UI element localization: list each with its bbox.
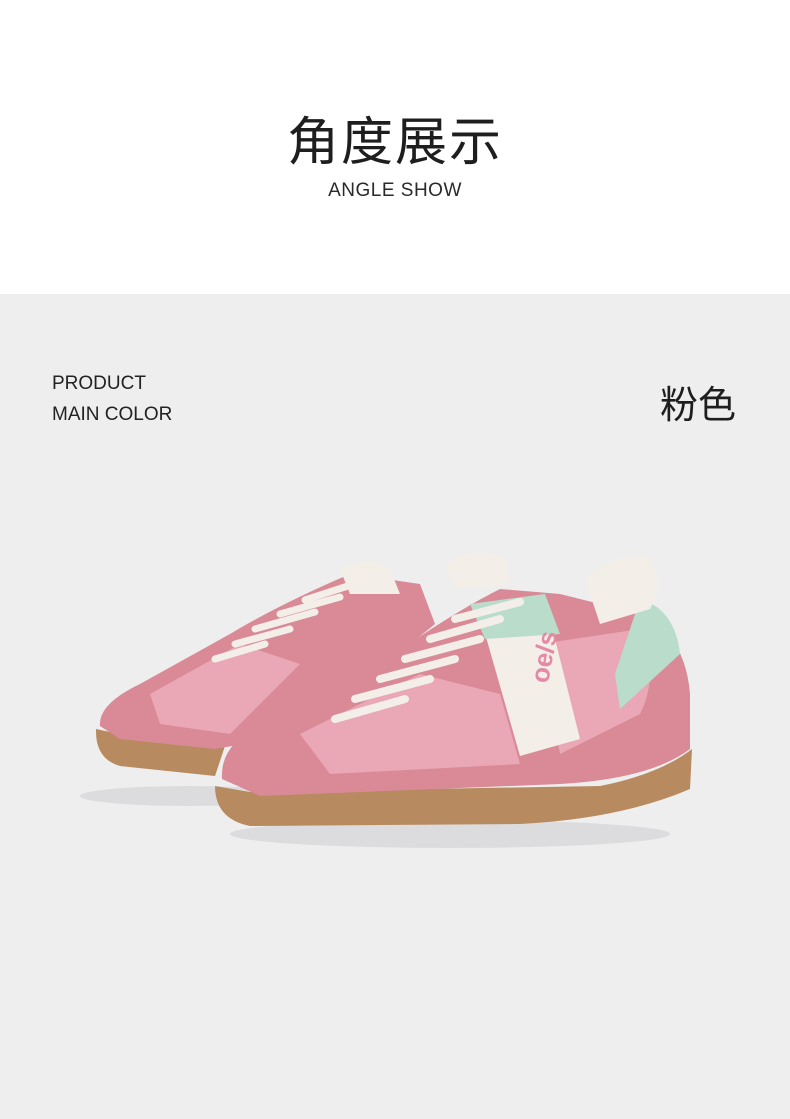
color-name: 粉色 [659, 383, 736, 427]
section-title: 角度展示 [286, 113, 503, 173]
pink-sneakers-image: oe/s [80, 552, 692, 848]
product-label-line2: MAIN COLOR [52, 404, 173, 425]
section-subtitle: ANGLE SHOW [328, 180, 462, 201]
right-shoe-tongue [445, 552, 510, 589]
product-color-panel: PRODUCT MAIN COLOR 粉色 oe/s [0, 294, 790, 1119]
header-section: 角度展示 ANGLE SHOW [0, 0, 790, 294]
product-main-color-label: PRODUCT MAIN COLOR [52, 368, 172, 430]
product-label-line1: PRODUCT [52, 373, 146, 394]
